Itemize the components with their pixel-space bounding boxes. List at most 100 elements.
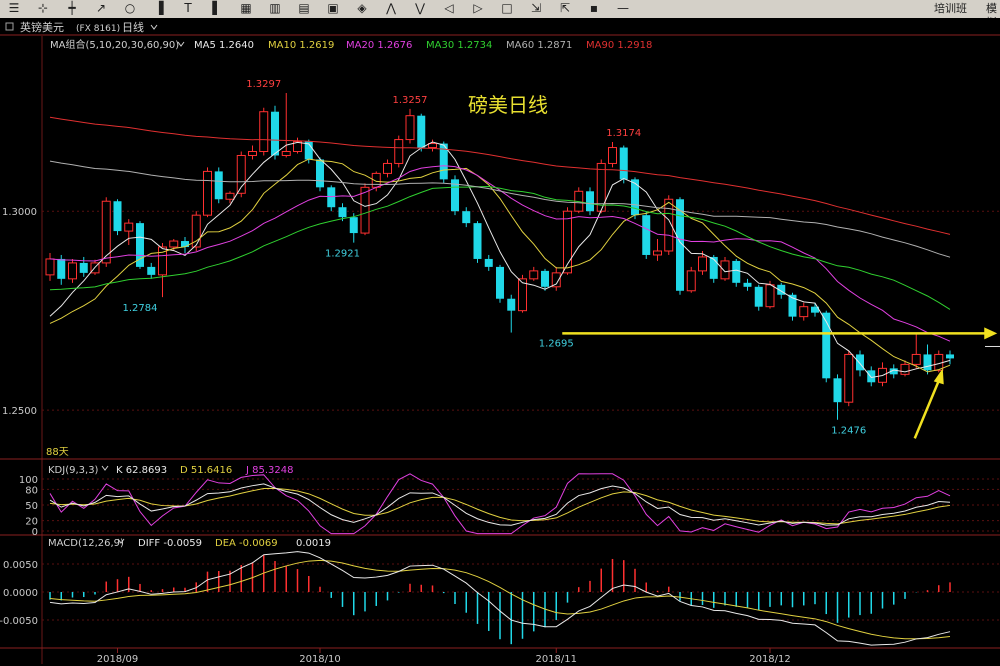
candle-body	[743, 282, 752, 287]
window-icon[interactable]: □	[499, 1, 515, 16]
candle-body	[203, 170, 212, 216]
candle-body	[248, 151, 257, 156]
circle-icon[interactable]: ○	[122, 1, 138, 16]
y-axis-label: 1.2500	[2, 406, 37, 417]
trend-icon[interactable]: ↗	[93, 1, 109, 16]
macd-title: MACD(12,26,9)	[48, 538, 124, 549]
ma-legend-item: MA组合(5,10,20,30,60,90)	[50, 38, 179, 51]
toolbar: ☰ ⊹ ┿ ↗ ○ ▐ T ▌ ▦ ▥ ▤ ▣ ◈ ⋀ ⋁ ◁ ▷ □ ⇲ ⇱ ▪ — 培训班 模拟	[0, 0, 1000, 19]
candle-body	[316, 159, 324, 188]
calendar-week-icon[interactable]: ▥	[267, 1, 283, 16]
expand-icon[interactable]: ⋁	[412, 1, 428, 16]
candle-body	[608, 147, 617, 164]
candle-body	[281, 151, 291, 156]
candle-body	[507, 298, 516, 311]
kdj-axis-label: 0	[32, 527, 38, 538]
macd-axis-label: 0.0050	[3, 560, 38, 571]
x-axis-label: 2018/10	[299, 654, 341, 665]
disk-icon[interactable]: ▪	[586, 1, 602, 16]
ma-legend-item: MA5 1.2640	[194, 40, 254, 51]
candle-body	[360, 186, 370, 234]
toolbar-right-item[interactable]: 培训班	[934, 2, 967, 16]
candle-body	[462, 211, 471, 224]
candle-body	[383, 162, 392, 174]
bars2-icon[interactable]: ▌	[209, 1, 225, 16]
candle-body	[720, 260, 730, 280]
bars-icon[interactable]: ▐	[151, 1, 167, 16]
candle-body	[428, 143, 437, 149]
candle-body	[394, 139, 404, 164]
candle-body	[732, 260, 741, 283]
chart-annotation: 磅美日线	[468, 93, 548, 117]
candle-body	[631, 179, 639, 216]
kdj-axis-label: 80	[25, 485, 38, 496]
toolbar-right-item[interactable]: 模拟	[986, 2, 1000, 18]
candle-body	[473, 223, 482, 259]
ma-legend-item: MA30 1.2734	[426, 40, 492, 51]
left-icon[interactable]: ◁	[441, 1, 457, 16]
candle-body	[57, 258, 66, 279]
price-label: 1.2476	[831, 426, 866, 437]
candle-body	[642, 215, 651, 255]
kdj-title: KDJ(9,3,3)	[48, 465, 99, 476]
x-axis-label: 2018/12	[749, 654, 791, 665]
x-axis-label: 2018/09	[97, 654, 139, 665]
t-icon[interactable]: T	[180, 1, 196, 16]
candle-body	[900, 363, 910, 375]
ma-legend-item: MA60 1.2871	[506, 40, 572, 51]
candle-body	[259, 111, 269, 153]
x-axis-label: 2018/11	[535, 654, 577, 665]
crosshair-icon[interactable]: ⊹	[35, 1, 51, 16]
symbol-code: (FX 8161)	[76, 24, 120, 34]
candle-body	[867, 370, 876, 383]
list-icon[interactable]: ☰	[6, 1, 22, 16]
candle-body	[484, 258, 493, 267]
minus-icon[interactable]: —	[615, 1, 631, 16]
candle-body	[169, 240, 179, 248]
price-label: 1.3257	[393, 95, 428, 106]
macd-axis-label: -0.0050	[0, 616, 38, 627]
candle-body	[844, 353, 854, 403]
candle-body	[349, 217, 358, 234]
period-selector[interactable]: 日线	[122, 20, 144, 34]
candle-body	[754, 286, 763, 307]
candle-body	[653, 250, 662, 256]
grow-icon[interactable]: ⇱	[557, 1, 573, 16]
kdj-axis-label: 100	[19, 475, 38, 486]
ma-legend-item: MA10 1.2619	[268, 40, 334, 51]
candle-body	[147, 266, 156, 275]
shrink-icon[interactable]: ⇲	[528, 1, 544, 16]
calendar-month-icon[interactable]: ▤	[296, 1, 312, 16]
candle-body	[698, 256, 707, 272]
candle-body	[923, 354, 932, 371]
kdj-value: K 62.8693	[116, 465, 167, 476]
grid-icon[interactable]: ▦	[238, 1, 254, 16]
candle-body	[911, 353, 921, 365]
ma-legend-item: MA90 1.2918	[586, 40, 652, 51]
price-label: 1.2921	[325, 249, 360, 260]
diamond-icon[interactable]: ◈	[354, 1, 370, 16]
candle-body	[417, 115, 426, 148]
candle-body	[686, 270, 696, 292]
kdj-value: D 51.6416	[180, 465, 232, 476]
candle-body	[45, 258, 55, 276]
price-label: 1.3174	[606, 128, 641, 139]
y-axis-label: 1.3000	[2, 207, 37, 218]
right-icon[interactable]: ▷	[470, 1, 486, 16]
candle-body	[619, 147, 628, 180]
days-label: 88天	[46, 447, 69, 458]
candle-body	[496, 266, 504, 299]
candle-body	[405, 115, 415, 141]
candle-body	[541, 270, 549, 287]
candle-body	[586, 191, 594, 212]
box-icon[interactable]: ▣	[325, 1, 341, 16]
symbol-name: 英镑美元	[20, 20, 64, 34]
candle-body	[338, 207, 347, 218]
candle-icon[interactable]: ┿	[64, 1, 80, 16]
candle-body	[833, 378, 842, 403]
candle-body	[68, 262, 77, 280]
collapse-icon[interactable]: ⋀	[383, 1, 399, 16]
price-label: 1.2784	[123, 303, 158, 314]
candle-body	[113, 201, 122, 232]
candle-body	[856, 354, 864, 371]
